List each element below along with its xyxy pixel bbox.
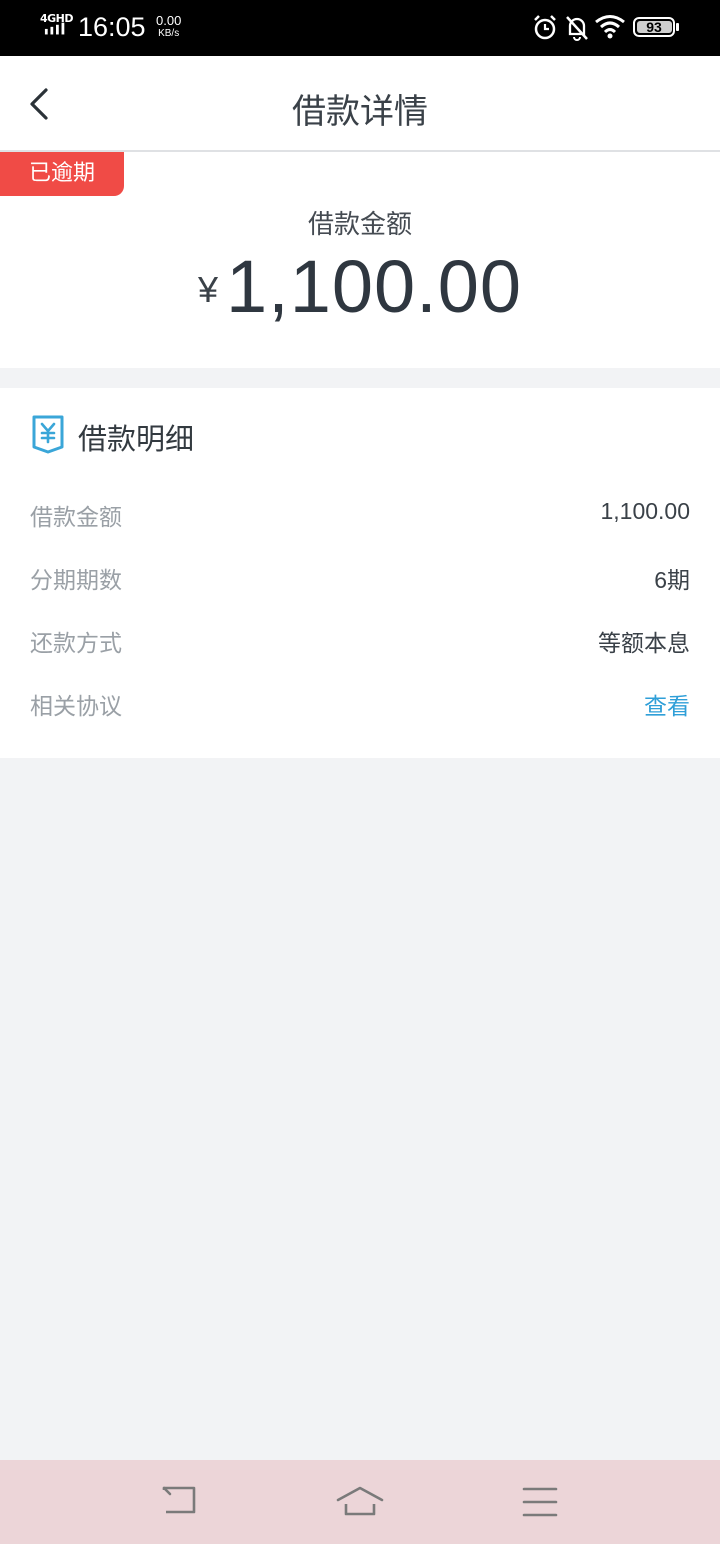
network-speed-unit: KB/s [158,28,180,39]
detail-row-amount: 借款金额 1,100.00 [30,498,690,538]
detail-value: 1,100.00 [600,498,690,524]
loan-details-title: 借款明细 [78,422,195,456]
loan-details-card: 借款明细 借款金额 1,100.00 分期期数 6期 还款方式 等额本息 相关协… [0,388,720,758]
overdue-status-badge: 已逾期 [0,152,124,196]
network-speed: 0.00 KB/s [156,14,181,40]
network-speed-value: 0.00 [156,13,182,28]
system-menu-button[interactable] [510,1480,570,1524]
loan-amount-label: 借款金额 [307,210,412,240]
back-nav-icon [162,1486,196,1514]
detail-value: 等额本息 [598,630,690,656]
detail-row-installments: 分期期数 6期 [30,561,690,601]
battery-icon: 93 [633,17,675,37]
bell-muted-icon [566,16,588,41]
home-nav-icon [336,1486,384,1516]
detail-row-agreement: 相关协议 查看 [30,687,690,727]
header-bar: 借款详情 [0,56,720,152]
battery-percent: 93 [646,19,662,35]
detail-row-repayment-method: 还款方式 等额本息 [30,624,690,664]
loan-amount-value: 1,100.00 [225,245,523,328]
loan-summary-card: 已逾期 借款金额 ¥1,100.00 [0,152,720,368]
alarm-icon [534,15,556,40]
system-back-button[interactable] [150,1480,210,1524]
detail-value: 6期 [654,567,690,593]
system-navigation-bar [0,1460,720,1544]
signal-icon [44,22,65,35]
view-agreement-link[interactable]: 查看 [644,687,690,721]
system-home-button[interactable] [330,1480,390,1524]
detail-label: 相关协议 [30,694,122,720]
yuan-bill-icon [32,415,64,454]
detail-label: 还款方式 [30,631,122,657]
page-title: 借款详情 [292,92,428,132]
loan-amount: ¥1,100.00 [0,244,720,329]
detail-label: 借款金额 [30,505,122,531]
battery-tip [676,23,679,31]
currency-symbol: ¥ [197,269,218,310]
menu-nav-icon [522,1487,558,1517]
clock: 16:05 [78,12,146,42]
status-bar: 4GHD 16:05 0.00 KB/s 93 [0,0,720,56]
wifi-icon [595,15,625,39]
detail-label: 分期期数 [30,568,122,594]
